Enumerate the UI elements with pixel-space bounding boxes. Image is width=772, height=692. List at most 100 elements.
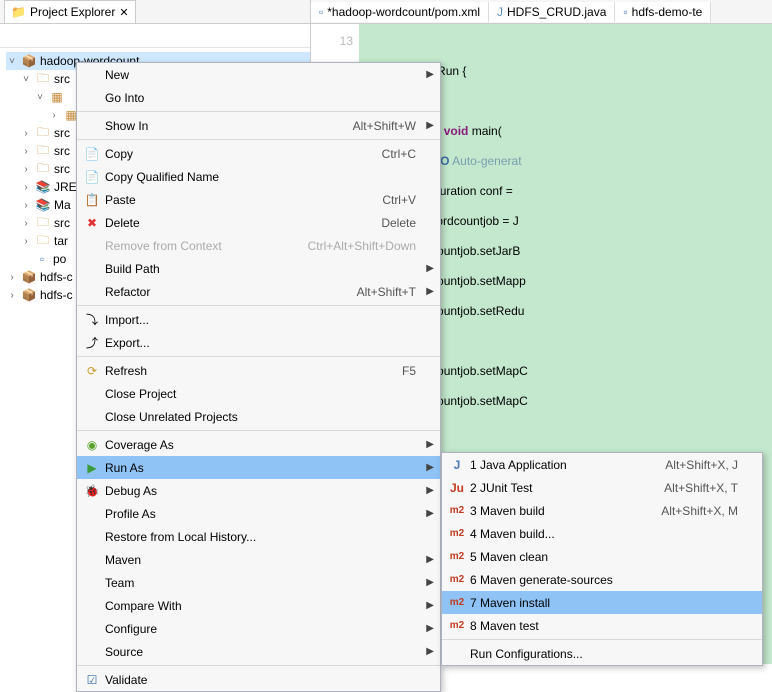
menu-label: 2 JUnit Test [468,481,644,495]
source-folder-icon: 🗀 [35,71,51,87]
menu-item-team[interactable]: Team▶ [77,571,440,594]
menu-item-validate[interactable]: ☑Validate [77,668,440,691]
menu-label: 4 Maven build... [468,527,738,541]
explorer-tab[interactable]: 📁 Project Explorer ✕ [4,0,136,23]
refresh-icon: ⟳ [81,364,103,378]
menu-item-configure[interactable]: Configure▶ [77,617,440,640]
menu-label: Source [103,645,416,659]
menu-item-2-junit-test[interactable]: Ju2 JUnit TestAlt+Shift+X, T [442,476,762,499]
library-icon: 📚 [35,197,51,213]
menu-item-6-maven-generate-sources[interactable]: m26 Maven generate-sources [442,568,762,591]
xml-file-icon: ▫ [319,5,323,19]
menu-item-export[interactable]: ⤴Export... [77,331,440,354]
menu-label: Build Path [103,262,416,276]
menu-item-source[interactable]: Source▶ [77,640,440,663]
menu-label: 7 Maven install [468,596,738,610]
menu-item-refactor[interactable]: RefactorAlt+Shift+T▶ [77,280,440,303]
menu-item-close-project[interactable]: Close Project [77,382,440,405]
separator [77,305,440,306]
m2-icon: m2 [446,551,468,562]
menu-item-delete[interactable]: ✖DeleteDelete [77,211,440,234]
expand-icon[interactable]: ˅ [20,74,32,85]
source-folder-icon: 🗀 [35,125,51,141]
menu-item-close-unrelated-projects[interactable]: Close Unrelated Projects [77,405,440,428]
menu-item-run-as[interactable]: ▶Run As▶ [77,456,440,479]
debug-icon: 🐞 [81,484,103,498]
maven-project-icon: 📦 [21,287,37,303]
menu-label: Validate [103,673,416,687]
menu-item-debug-as[interactable]: 🐞Debug As▶ [77,479,440,502]
submenu-arrow-icon: ▶ [426,439,434,450]
nav-icon: 📁 [11,5,26,19]
menu-item-profile-as[interactable]: Profile As▶ [77,502,440,525]
close-icon[interactable]: ✕ [119,6,128,19]
expand-icon[interactable]: › [48,110,60,121]
shortcut: Alt+Shift+X, M [641,504,738,518]
separator [77,356,440,357]
menu-item-8-maven-test[interactable]: m28 Maven test [442,614,762,637]
shortcut: Delete [361,216,416,230]
menu-label: 1 Java Application [468,458,645,472]
shortcut: Alt+Shift+W [333,119,416,133]
menu-item-7-maven-install[interactable]: m27 Maven install [442,591,762,614]
menu-item-paste[interactable]: 📋PasteCtrl+V [77,188,440,211]
menu-item-coverage-as[interactable]: ◉Coverage As▶ [77,433,440,456]
shortcut: Alt+Shift+X, T [644,481,738,495]
shortcut: Alt+Shift+X, J [645,458,738,472]
xml-file-icon: ▫ [623,5,627,19]
menu-label: New [103,68,416,82]
menu-item-1-java-application[interactable]: J1 Java ApplicationAlt+Shift+X, J [442,453,762,476]
run-as-submenu: J1 Java ApplicationAlt+Shift+X, JJu2 JUn… [441,452,763,666]
tab-label: hdfs-demo-te [632,5,703,19]
expand-icon[interactable]: ˅ [6,56,18,67]
menu-item-compare-with[interactable]: Compare With▶ [77,594,440,617]
menu-label: Remove from Context [103,239,288,253]
submenu-arrow-icon: ▶ [426,263,434,274]
menu-item-build-path[interactable]: Build Path ▶ [77,257,440,280]
editor-tab-demo[interactable]: ▫ hdfs-demo-te [615,2,711,22]
menu-item-copy-qualified-name[interactable]: 📄Copy Qualified Name [77,165,440,188]
menu-item-4-maven-build[interactable]: m24 Maven build... [442,522,762,545]
menu-label: Copy [103,147,362,161]
check-icon: ☑ [81,673,103,687]
explorer-title: Project Explorer [30,5,115,19]
import-icon: ⤵ [81,311,103,328]
editor-tab-hdfs[interactable]: J HDFS_CRUD.java [489,2,615,22]
delete-icon: ✖ [81,216,103,230]
shortcut: Ctrl+Alt+Shift+Down [288,239,416,253]
menu-item-go-into[interactable]: Go Into [77,86,440,109]
menu-item-maven[interactable]: Maven▶ [77,548,440,571]
m2-icon: m2 [446,528,468,539]
menu-item-3-maven-build[interactable]: m23 Maven buildAlt+Shift+X, M [442,499,762,522]
menu-label: Import... [103,313,416,327]
menu-item-copy[interactable]: 📄CopyCtrl+C [77,142,440,165]
m2-icon: m2 [446,574,468,585]
run-icon: ▶ [81,461,103,475]
menu-item-5-maven-clean[interactable]: m25 Maven clean [442,545,762,568]
copy-icon: 📄 [81,147,103,161]
source-folder-icon: 🗀 [35,161,51,177]
menu-label: 3 Maven build [468,504,641,518]
package-icon: ▦ [49,89,65,105]
submenu-arrow-icon: ▶ [426,600,434,611]
expand-icon[interactable]: ˅ [34,92,46,103]
menu-item-refresh[interactable]: ⟳RefreshF5 [77,359,440,382]
submenu-arrow-icon: ▶ [426,623,434,634]
maven-project-icon: 📦 [21,269,37,285]
menu-item-remove-from-context: Remove from ContextCtrl+Alt+Shift+Down [77,234,440,257]
menu-item-import[interactable]: ⤵Import... [77,308,440,331]
folder-icon: 🗀 [35,233,51,249]
menu-item-new[interactable]: New▶ [77,63,440,86]
m2-icon: m2 [446,597,468,608]
tab-label: HDFS_CRUD.java [507,5,606,19]
menu-item-restore-from-local-history[interactable]: Restore from Local History... [77,525,440,548]
editor-tab-pom[interactable]: ▫ *hadoop-wordcount/pom.xml [311,2,489,22]
menu-item-show-in[interactable]: Show InAlt+Shift+W▶ [77,114,440,137]
menu-label: Restore from Local History... [103,530,416,544]
source-folder-icon: 🗀 [35,143,51,159]
menu-label: 5 Maven clean [468,550,738,564]
coverage-icon: ◉ [81,438,103,452]
paste-icon: 📋 [81,193,103,207]
library-icon: 📚 [35,179,51,195]
menu-item-run-configurations[interactable]: Run Configurations... [442,642,762,665]
